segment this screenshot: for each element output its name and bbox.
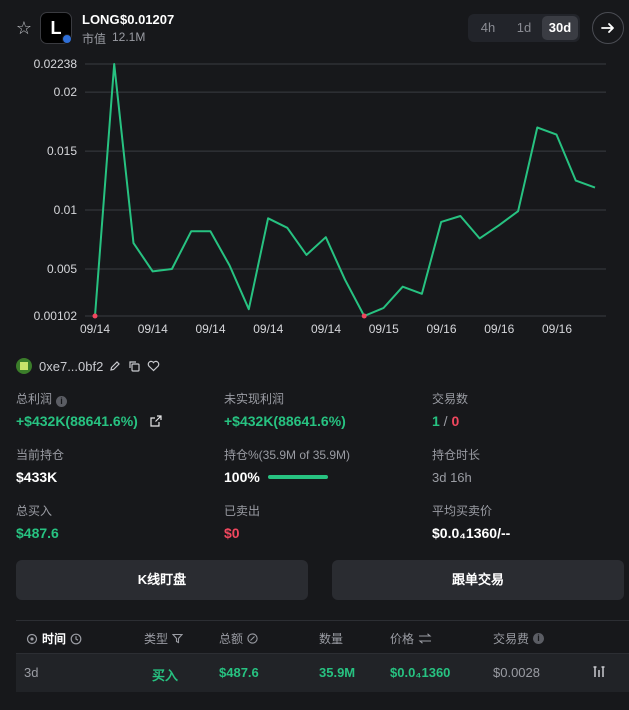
arrow-right-icon bbox=[601, 23, 614, 33]
row-price: $0.0₄1360 bbox=[390, 665, 451, 680]
unrealized-profit-value: +$432K(88641.6%) bbox=[224, 413, 346, 429]
x-tick-label: 09/16 bbox=[484, 322, 514, 336]
trade-marker[interactable] bbox=[92, 313, 98, 319]
total-bought-value: $487.6 bbox=[16, 525, 59, 541]
col-time[interactable]: 时间 bbox=[26, 630, 82, 647]
avg-price-value: $0.0₄1360/-- bbox=[432, 525, 511, 541]
table-row[interactable]: 3d 买入 $487.6 35.9M $0.0₄1360 $0.0028 bbox=[16, 654, 629, 692]
token-symbol: LONG bbox=[82, 12, 120, 27]
price-series-line bbox=[94, 63, 596, 317]
token-price: $0.01207 bbox=[120, 12, 175, 27]
unrealized-profit-label: 未实现利润 bbox=[224, 392, 285, 406]
row-amount: $487.6 bbox=[219, 665, 259, 680]
row-quantity: 35.9M bbox=[319, 665, 356, 680]
trade-marker[interactable] bbox=[361, 313, 367, 319]
col-fee: 交易费 i bbox=[493, 630, 545, 647]
y-tick-label: 0.02238 bbox=[34, 57, 78, 71]
hold-percent-label: 持仓%(35.9M of 35.9M) bbox=[224, 448, 351, 462]
row-type: 买入 bbox=[152, 668, 179, 683]
x-tick-label: 09/16 bbox=[426, 322, 456, 336]
trade-count-label: 交易数 bbox=[432, 392, 469, 406]
fee-info-icon[interactable]: i bbox=[533, 633, 545, 644]
x-tick-label: 09/14 bbox=[311, 322, 341, 336]
market-cap-label: 市值 bbox=[82, 32, 107, 46]
timeframe-30d[interactable]: 30d bbox=[542, 16, 578, 40]
total-sold-label: 已卖出 bbox=[224, 504, 261, 518]
x-tick-label: 09/16 bbox=[542, 322, 572, 336]
col-type[interactable]: 类型 bbox=[144, 630, 184, 647]
timeframe-4h[interactable]: 4h bbox=[470, 16, 506, 40]
total-profit-label: 总利润 i bbox=[16, 390, 68, 407]
hold-percent-bar bbox=[267, 475, 328, 479]
explorer-link-icon[interactable] bbox=[592, 664, 606, 683]
total-sold-value: $0 bbox=[224, 525, 240, 541]
y-tick-label: 0.00102 bbox=[34, 309, 78, 323]
timeframe-1d[interactable]: 1d bbox=[506, 16, 542, 40]
trade-count-value: 1 / 0 bbox=[432, 413, 460, 429]
swap-icon[interactable] bbox=[418, 633, 432, 644]
y-tick-label: 0.02 bbox=[54, 85, 78, 99]
edit-icon[interactable] bbox=[108, 359, 122, 373]
settings-icon[interactable] bbox=[26, 633, 38, 645]
hold-time-value: 3d 16h bbox=[432, 470, 472, 485]
total-profit-value: +$432K(88641.6%) bbox=[16, 413, 162, 429]
clock-icon[interactable] bbox=[70, 633, 82, 645]
x-tick-label: 09/15 bbox=[369, 322, 399, 336]
holding-label: 当前持仓 bbox=[16, 448, 65, 462]
row-time: 3d bbox=[24, 665, 39, 680]
y-tick-label: 0.01 bbox=[54, 203, 78, 217]
trades-table-header: 时间 类型 总额 数量 价格 交易费 i bbox=[16, 620, 629, 654]
col-amount[interactable]: 总额 bbox=[219, 630, 258, 647]
heart-icon[interactable] bbox=[146, 359, 160, 373]
x-tick-label: 09/14 bbox=[138, 322, 168, 336]
share-icon[interactable] bbox=[150, 415, 162, 427]
info-icon[interactable]: i bbox=[56, 396, 68, 407]
wallet-address[interactable]: 0xe7...0bf2 bbox=[39, 359, 103, 374]
copy-trade-button[interactable]: 跟单交易 bbox=[332, 560, 624, 600]
copy-icon[interactable] bbox=[127, 359, 141, 373]
kline-watch-button[interactable]: K线盯盘 bbox=[16, 560, 308, 600]
timeframe-selector: 4h 1d 30d bbox=[468, 14, 580, 42]
filter-icon[interactable] bbox=[172, 633, 184, 644]
total-bought-label: 总买入 bbox=[16, 504, 53, 518]
chain-badge-icon bbox=[62, 34, 72, 44]
wallet-avatar bbox=[16, 358, 32, 374]
col-price[interactable]: 价格 bbox=[390, 630, 432, 647]
x-tick-label: 09/14 bbox=[253, 322, 283, 336]
hold-time-label: 持仓时长 bbox=[432, 448, 481, 462]
market-cap-value: 12.1M bbox=[112, 30, 146, 44]
col-quantity: 数量 bbox=[319, 632, 344, 646]
favorite-star-icon[interactable]: ☆ bbox=[14, 18, 34, 38]
open-detail-button[interactable] bbox=[592, 12, 624, 44]
price-chart: 0.02238 0.02 0.015 0.01 0.005 0.00102 09/14 09… bbox=[34, 57, 606, 336]
hold-percent-value: 100% bbox=[224, 469, 328, 485]
currency-icon[interactable] bbox=[247, 633, 258, 644]
avg-price-label: 平均买卖价 bbox=[432, 504, 493, 518]
row-fee: $0.0028 bbox=[493, 665, 540, 680]
holding-value: $433K bbox=[16, 469, 58, 485]
y-tick-label: 0.005 bbox=[47, 262, 77, 276]
wallet-row: 0xe7...0bf2 bbox=[16, 358, 160, 374]
x-tick-label: 09/14 bbox=[195, 322, 225, 336]
x-tick-label: 09/14 bbox=[80, 322, 110, 336]
y-tick-label: 0.015 bbox=[47, 144, 77, 158]
